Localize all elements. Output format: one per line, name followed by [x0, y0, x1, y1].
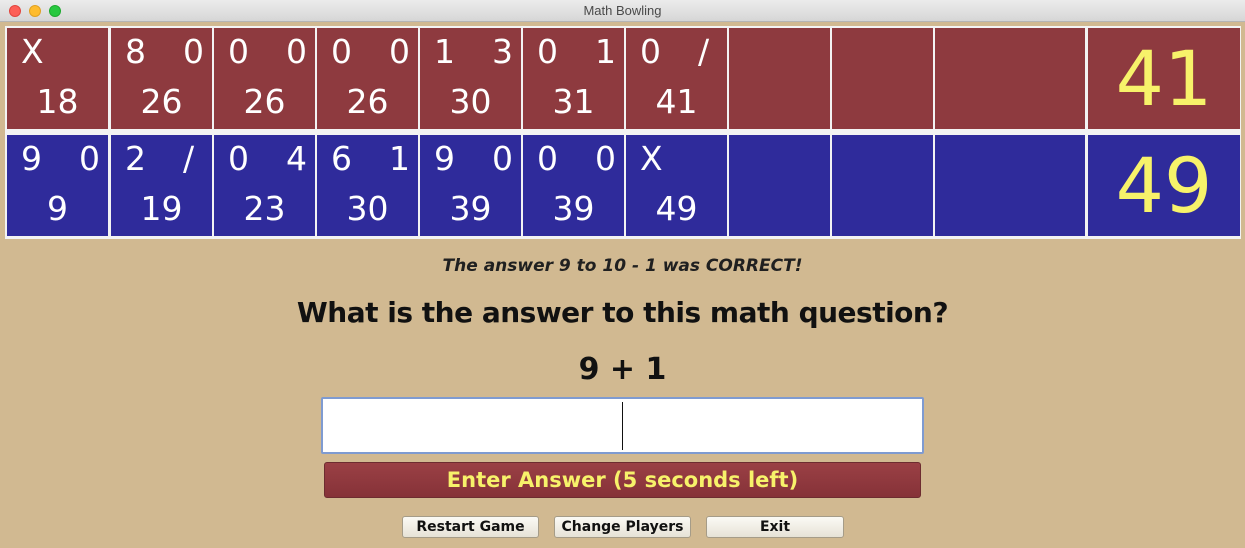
restart-game-button[interactable]: Restart Game	[402, 516, 539, 538]
roll-2: 0	[183, 32, 204, 71]
frame-score: 49	[655, 189, 698, 228]
frame-4: 6 1 30	[317, 135, 418, 236]
frame-5: 1 3 30	[420, 28, 521, 129]
roll-2: 3	[492, 32, 513, 71]
scoreboard: X 18 8 0 26 0 0 26 0 0 26 1 3 30 0 1 31 0/41 41 9 0 9 2/19 0 4 2…	[5, 26, 1241, 239]
frame-score: 18	[36, 82, 79, 121]
frame-score: 23	[243, 189, 286, 228]
roll-2: 0	[286, 32, 307, 71]
frame-1: X 18	[7, 28, 108, 129]
enter-answer-button[interactable]: Enter Answer (5 seconds left)	[324, 462, 921, 498]
roll-2: /	[183, 139, 195, 178]
frame-6: 0 0 39	[523, 135, 624, 236]
frame-score: 26	[243, 82, 286, 121]
frame-10	[935, 28, 1085, 129]
frame-score: 41	[655, 82, 698, 121]
frame-score: 30	[346, 189, 389, 228]
frame-7: X 49	[626, 135, 727, 236]
frame-5: 9 0 39	[420, 135, 521, 236]
frame-score: 26	[140, 82, 183, 121]
question-prompt: What is the answer to this math question…	[296, 296, 949, 329]
roll-1: 9	[21, 139, 42, 178]
roll-2: 0	[389, 32, 410, 71]
frame-score: 31	[552, 82, 595, 121]
roll-2: 1	[595, 32, 616, 71]
roll-2: 0	[492, 139, 513, 178]
exit-button[interactable]: Exit	[706, 516, 844, 538]
roll-2: 1	[389, 139, 410, 178]
frame-score: 9	[47, 189, 68, 228]
frame-score: 19	[140, 189, 183, 228]
roll-1: 9	[434, 139, 455, 178]
frame-score: 39	[449, 189, 492, 228]
frame-8	[729, 28, 830, 129]
frame-2: 8 0 26	[111, 28, 212, 129]
roll-1: 2	[125, 139, 146, 178]
change-players-button[interactable]: Change Players	[554, 516, 691, 538]
roll-1: X	[21, 32, 44, 71]
frame-3: 0 0 26	[214, 28, 315, 129]
frame-10	[935, 135, 1085, 236]
player-total-score: 41	[1088, 28, 1240, 129]
answer-feedback: The answer 9 to 10 - 1 was CORRECT!	[442, 256, 803, 276]
frame-8	[729, 135, 830, 236]
frame-1: 909	[7, 135, 108, 236]
roll-1: 6	[331, 139, 352, 178]
frame-3: 0 4 23	[214, 135, 315, 236]
roll-1: X	[640, 139, 663, 178]
roll-1: 0	[537, 32, 558, 71]
math-equation: 9 + 1	[578, 352, 667, 387]
roll-2: 0	[595, 139, 616, 178]
player-total-score: 49	[1088, 135, 1240, 236]
roll-1: 0	[331, 32, 352, 71]
frame-6: 0 1 31	[523, 28, 624, 129]
roll-2: 4	[286, 139, 307, 178]
frame-4: 0 0 26	[317, 28, 418, 129]
title-bar: Math Bowling	[0, 0, 1245, 22]
roll-1: 0	[228, 139, 249, 178]
text-cursor	[622, 402, 623, 450]
frame-9	[832, 28, 933, 129]
roll-2: /	[698, 32, 710, 71]
frame-9	[832, 135, 933, 236]
frame-2: 2 /19	[111, 135, 212, 236]
roll-2: 0	[79, 139, 100, 178]
roll-1: 8	[125, 32, 146, 71]
frame-score: 26	[346, 82, 389, 121]
frame-score: 39	[552, 189, 595, 228]
roll-1: 0	[640, 32, 661, 71]
frame-score: 30	[449, 82, 492, 121]
roll-1: 1	[434, 32, 455, 71]
roll-1: 0	[537, 139, 558, 178]
window-title: Math Bowling	[583, 3, 662, 18]
roll-1: 0	[228, 32, 249, 71]
frame-7: 0 /41	[626, 28, 727, 129]
